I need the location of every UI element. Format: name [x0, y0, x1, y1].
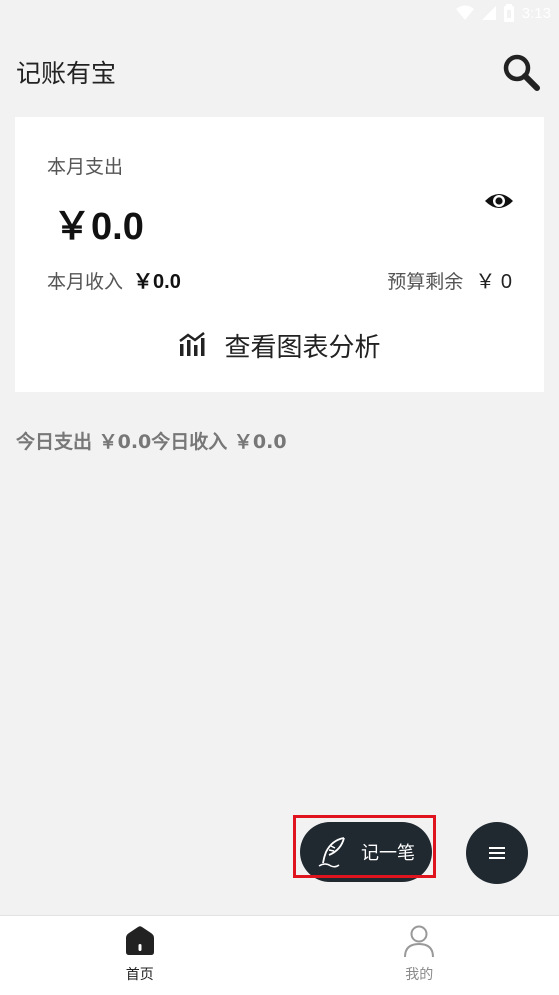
monthly-expense-label: 本月支出: [47, 156, 124, 178]
toggle-visibility-button[interactable]: [484, 189, 514, 213]
search-icon: [503, 54, 540, 91]
app-header: 记账有宝: [0, 44, 559, 100]
budget-remaining-label: 预算剩余: [387, 271, 464, 293]
monthly-summary-card: 本月支出 ￥0.0 本月收入 ￥0.0 预算剩余 ￥ 0 查看图表分析: [15, 117, 544, 392]
user-icon: [404, 925, 435, 958]
nav-label-profile: 我的: [405, 967, 434, 983]
nav-item-home[interactable]: 首页: [0, 916, 280, 995]
status-icons: 3:13: [455, 4, 551, 22]
monthly-income-label: 本月收入: [47, 271, 124, 293]
today-summary: 今日支出 ￥0.0今日收入 ￥0.0: [16, 431, 287, 453]
monthly-income-row: 本月收入 ￥0.0: [47, 265, 181, 294]
chart-analysis-label: 查看图表分析: [224, 332, 381, 363]
nav-item-profile[interactable]: 我的: [280, 916, 559, 995]
app-title: 记账有宝: [16, 59, 117, 88]
budget-remaining-row: 预算剩余 ￥ 0: [387, 265, 512, 294]
nav-label-home: 首页: [125, 967, 154, 983]
home-icon: [125, 926, 154, 955]
monthly-income-amount: ￥0.0: [133, 271, 181, 293]
eye-icon: [485, 194, 513, 208]
app-screen: 3:13 记账有宝 本月支出 ￥0.0 本月收入 ￥0.0 预算剩余 ￥ 0 查…: [0, 0, 559, 995]
view-chart-analysis-button[interactable]: 查看图表分析: [15, 323, 544, 367]
budget-remaining-amount: ￥ 0: [475, 271, 512, 293]
battery-icon: [503, 4, 514, 22]
signal-icon: [481, 6, 496, 20]
add-record-button[interactable]: 记一笔: [300, 822, 432, 882]
menu-icon: [489, 847, 505, 859]
status-time: 3:13: [521, 4, 551, 22]
chart-analytics-icon: [179, 332, 206, 356]
monthly-expense-amount: ￥0.0: [53, 206, 144, 248]
search-button[interactable]: [497, 48, 545, 96]
bottom-nav: 首页 我的: [0, 915, 559, 995]
add-record-label: 记一笔: [361, 843, 415, 864]
menu-button[interactable]: [466, 822, 528, 884]
wifi-icon: [455, 5, 474, 20]
status-bar: 3:13: [0, 0, 559, 34]
quill-pen-icon: [318, 837, 345, 868]
